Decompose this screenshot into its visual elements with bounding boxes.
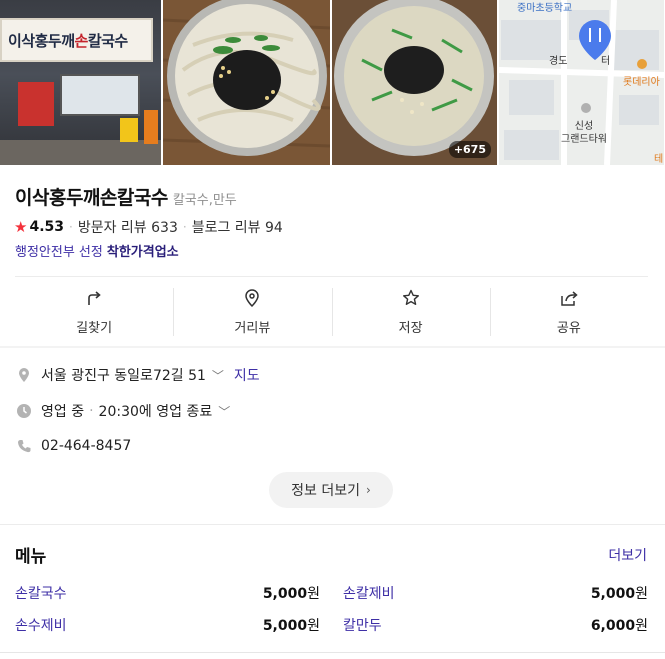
store-sign-text: 이삭홍두깨손칼국수: [8, 32, 128, 50]
menu-section-title: 메뉴: [15, 547, 47, 567]
open-status: 영업 중: [41, 404, 85, 420]
menu-item-name: 손칼국수: [15, 586, 67, 602]
menu-item-price: 5,000원: [262, 586, 320, 602]
map-label-poi-2: 터: [601, 56, 611, 67]
map-label-poi: 경도: [549, 56, 568, 67]
badge-prefix: 행정안전부 선정: [15, 245, 103, 260]
visitor-reviews-link[interactable]: 방문자 리뷰 633: [78, 217, 178, 237]
menu-section-divider: [0, 524, 665, 525]
menu-item-price: 5,000원: [262, 618, 320, 634]
map-thumbnail[interactable]: 중마초등학교 경도 터 롯데리아 신성 그랜드타워 테: [499, 0, 664, 165]
save-label: 저장: [398, 321, 423, 336]
phone-number[interactable]: 02-464-8457: [41, 438, 131, 454]
place-category: 칼국수,만두: [172, 193, 237, 208]
menu-item[interactable]: 손수제비 5,000원: [15, 615, 320, 635]
address-text: 서울 광진구 동일로72길 51: [41, 368, 206, 384]
pin-icon: [19, 368, 29, 382]
save-button[interactable]: 저장: [331, 286, 490, 338]
chevron-right-icon: ›: [366, 483, 371, 497]
menu-item-price: 5,000원: [590, 586, 648, 602]
rating-star-icon: ★: [14, 218, 28, 236]
map-label-building: 신성 그랜드타워: [561, 121, 607, 145]
blog-reviews-link[interactable]: 블로그 리뷰 94: [192, 217, 283, 237]
menu-item-name: 손수제비: [15, 618, 67, 634]
section-divider: [0, 346, 665, 348]
storefront-photo[interactable]: 이삭홍두깨손칼국수: [0, 0, 161, 165]
noodle-bowl-image: [163, 0, 330, 165]
map-label-school: 중마초등학교: [517, 3, 573, 14]
place-name: 이삭홍두깨손칼국수: [15, 187, 168, 209]
food-photo-2[interactable]: +675: [332, 0, 497, 165]
more-info-button[interactable]: 정보 더보기 ›: [269, 472, 393, 508]
phone-icon: [18, 440, 31, 453]
more-photos-count[interactable]: +675: [448, 141, 491, 158]
closing-time: 20:30에 영업 종료: [98, 404, 213, 420]
directions-icon: [88, 291, 101, 305]
map-label-lotteria: 롯데리아: [623, 77, 660, 88]
chevron-down-icon[interactable]: ﹀: [212, 367, 224, 384]
menu-item[interactable]: 손칼국수 5,000원: [15, 583, 320, 603]
hours-chevron-down-icon[interactable]: ﹀: [218, 403, 230, 420]
store-sign: 이삭홍두깨손칼국수: [0, 18, 153, 62]
place-title-row: 이삭홍두깨손칼국수 칼국수,만두: [15, 183, 237, 210]
review-stats: ★ 4.53 · 방문자 리뷰 633 · 블로그 리뷰 94: [14, 217, 283, 237]
directions-label: 길찾기: [76, 321, 113, 336]
clock-icon: [17, 404, 31, 418]
address-row: 서울 광진구 동일로72길 51 ﹀ 지도: [15, 365, 260, 385]
menu-item-name: 손칼제비: [343, 586, 395, 602]
action-bar: 길찾기 거리뷰 저장 공유: [15, 286, 648, 338]
phone-row: 02-464-8457: [15, 437, 131, 455]
map-label-edge: 테: [654, 154, 664, 165]
photo-strip: 이삭홍두깨손칼국수 +675 중마초등학교 경도 터 롯데리아 신성 그랜드타워…: [0, 0, 665, 165]
street-view-label: 거리뷰: [234, 321, 271, 336]
map-link[interactable]: 지도: [234, 365, 260, 385]
menu-item-name: 칼만두: [343, 618, 382, 634]
certification-badge: 행정안전부 선정 착한가격업소: [15, 241, 179, 260]
menu-more-link[interactable]: 더보기: [608, 545, 647, 565]
street-view-button[interactable]: 거리뷰: [173, 286, 331, 338]
bottom-divider: [0, 652, 665, 653]
share-label: 공유: [556, 321, 581, 336]
directions-button[interactable]: 길찾기: [15, 286, 173, 338]
more-info-label: 정보 더보기: [291, 483, 361, 499]
divider: [15, 276, 648, 277]
food-photo-1[interactable]: [163, 0, 330, 165]
hours-row: 영업 중 · 20:30에 영업 종료 ﹀: [15, 401, 230, 421]
badge-name: 착한가격업소: [106, 245, 179, 260]
rating-value: 4.53: [29, 219, 64, 235]
menu-item[interactable]: 손칼제비 5,000원: [343, 583, 648, 603]
share-icon: [561, 291, 578, 306]
menu-item-price: 6,000원: [590, 618, 648, 634]
menu-item[interactable]: 칼만두 6,000원: [343, 615, 648, 635]
share-button[interactable]: 공유: [489, 286, 648, 338]
star-outline-icon: [402, 289, 419, 305]
location-pin-icon: [245, 289, 260, 308]
